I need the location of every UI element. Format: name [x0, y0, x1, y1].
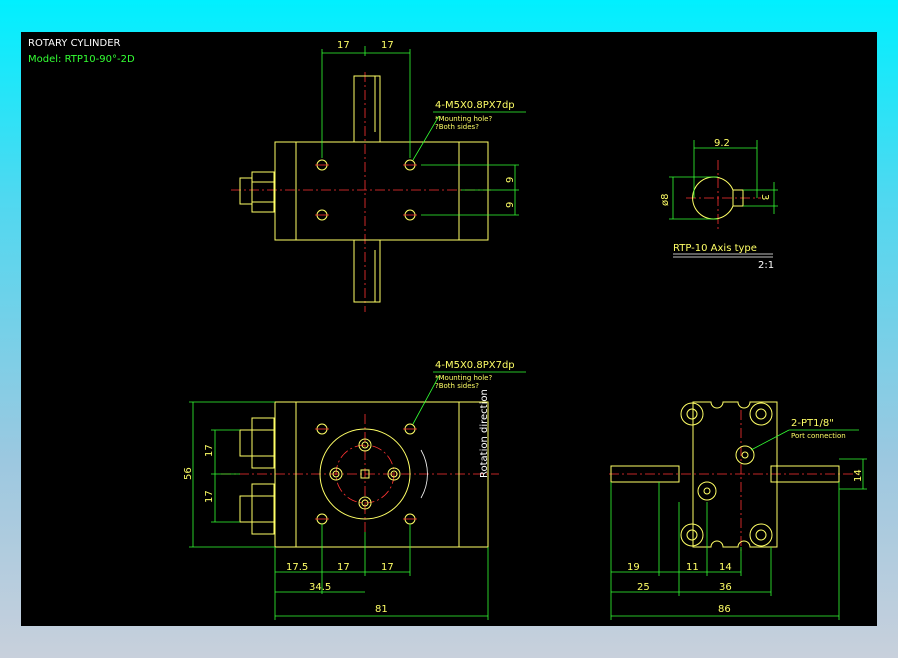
- front-dim-b1: 17.5: [286, 562, 308, 573]
- top-note2: ?Both sides?: [435, 123, 479, 131]
- drawing-canvas: ROTARY CYLINDER Model: RTP10-90°-2D 17 1…: [21, 32, 877, 626]
- front-dim-b3: 17: [381, 562, 394, 573]
- top-dim-left: 17: [337, 40, 350, 51]
- axis-dim-dia: ø8: [660, 194, 671, 206]
- side-dim-b1: 19: [627, 562, 640, 573]
- side-port-note: Port connection: [791, 432, 846, 440]
- side-view: 2-PT1/8" Port connection 14 19 11 14 25 …: [609, 401, 867, 620]
- rotation-direction-label: Rotation direction: [479, 389, 490, 478]
- side-dim-b4: 25: [637, 582, 650, 593]
- front-view: Rotation direction 4-M5X0.8PX7dp *Mounti…: [183, 360, 526, 620]
- axis-detail-view: 9.2 ø8 3 RTP-10 Axis type 2:1: [660, 138, 778, 271]
- technical-drawing: ROTARY CYLINDER Model: RTP10-90°-2D 17 1…: [28, 38, 867, 620]
- top-view: 17 17 9 9 4-M5X0.8PX7dp *Mounting hole? …: [231, 40, 526, 312]
- axis-label: RTP-10 Axis type: [673, 243, 757, 254]
- top-dim-v2: 9: [505, 202, 516, 208]
- drawing-title: ROTARY CYLINDER: [28, 38, 121, 49]
- top-note1: *Mounting hole?: [435, 115, 492, 123]
- side-dim-b3: 14: [719, 562, 732, 573]
- model-label: Model: RTP10-90°-2D: [28, 54, 135, 65]
- side-dim-b6: 86: [718, 604, 731, 615]
- front-note1: *Mounting hole?: [435, 374, 492, 382]
- top-dim-right: 17: [381, 40, 394, 51]
- front-callout: 4-M5X0.8PX7dp: [435, 360, 515, 371]
- top-callout: 4-M5X0.8PX7dp: [435, 100, 515, 111]
- front-dim-b5: 81: [375, 604, 388, 615]
- front-dim-b4: 34.5: [309, 582, 331, 593]
- axis-scale: 2:1: [758, 260, 774, 271]
- side-dim-b5: 36: [719, 582, 732, 593]
- axis-dim-width: 9.2: [714, 138, 730, 149]
- front-dim-b2: 17: [337, 562, 350, 573]
- front-dim-lower: 17: [204, 490, 215, 503]
- side-port-callout: 2-PT1/8": [791, 418, 834, 429]
- front-note2: ?Both sides?: [435, 382, 479, 390]
- side-dim-b2: 11: [686, 562, 699, 573]
- front-dim-upper: 17: [204, 444, 215, 457]
- side-dim-right: 14: [853, 469, 864, 482]
- top-dim-v1: 9: [505, 177, 516, 183]
- axis-dim-key: 3: [759, 194, 770, 200]
- front-dim-height: 56: [183, 467, 194, 480]
